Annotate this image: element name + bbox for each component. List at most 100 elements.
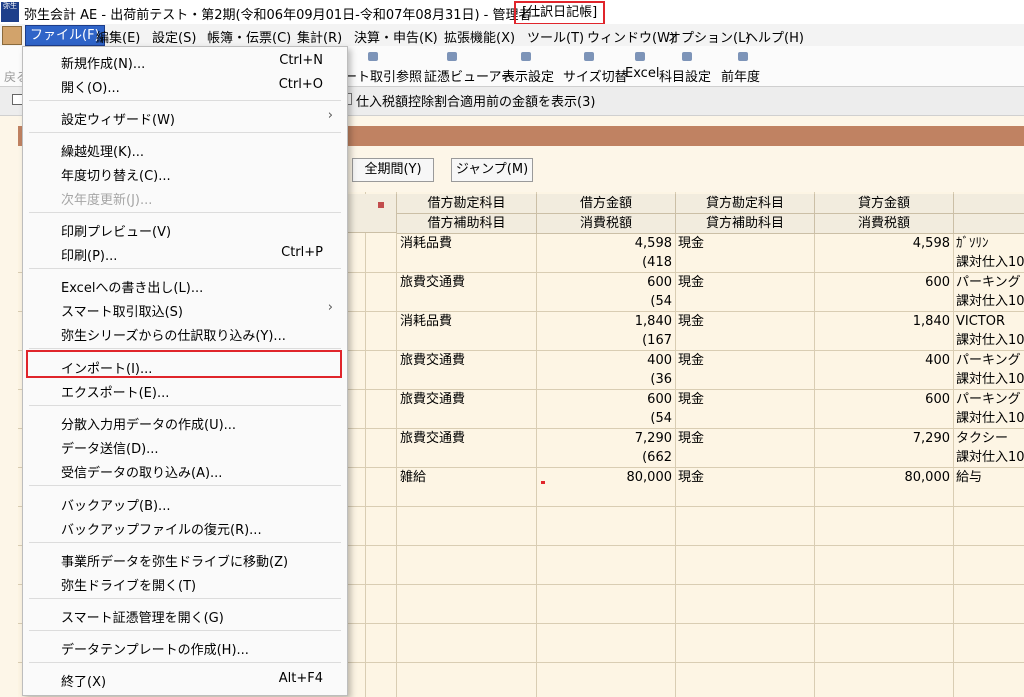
smart-transaction-reference-button[interactable]: ート取引参照 bbox=[344, 66, 422, 85]
table-cell-tax-memo[interactable]: 課対仕入10 bbox=[956, 331, 1024, 350]
menu-item-distributed-data[interactable]: 分散入力用データの作成(U)... bbox=[23, 410, 347, 434]
menu-item-backup[interactable]: バックアップ(B)... bbox=[23, 491, 347, 515]
table-cell-credit-account[interactable]: 現金 bbox=[678, 273, 812, 292]
table-cell-tax-memo[interactable]: 課対仕入10 bbox=[956, 409, 1024, 428]
menu-help[interactable]: ヘルプ(H) bbox=[745, 27, 804, 46]
table-cell-tax[interactable]: (167 bbox=[537, 331, 672, 350]
table-cell-debit-amount[interactable]: 4,598 bbox=[537, 234, 672, 253]
table-cell-credit-amount[interactable]: 400 bbox=[815, 351, 950, 370]
table-cell-credit-amount[interactable]: 7,290 bbox=[815, 429, 950, 448]
table-cell-debit-amount[interactable]: 1,840 bbox=[537, 312, 672, 331]
table-cell-debit-amount[interactable]: 400 bbox=[537, 351, 672, 370]
table-cell-memo[interactable]: パーキング bbox=[956, 390, 1024, 409]
all-period-button[interactable]: 全期間(Y) bbox=[352, 158, 434, 182]
menu-item-exit[interactable]: 終了(X) Alt+F4 bbox=[23, 667, 347, 691]
table-cell-credit-account[interactable]: 現金 bbox=[678, 390, 812, 409]
menu-item-setup-wizard[interactable]: 設定ウィザード(W) › bbox=[23, 105, 347, 129]
table-cell-memo[interactable]: パーキング bbox=[956, 273, 1024, 292]
menu-item-smart-voucher[interactable]: スマート証憑管理を開く(G) bbox=[23, 603, 347, 627]
table-cell-tax[interactable]: (36 bbox=[537, 370, 672, 389]
menu-books[interactable]: 帳簿・伝票(C) bbox=[207, 27, 291, 46]
table-cell-credit-amount[interactable]: 80,000 bbox=[815, 468, 951, 487]
table-cell-tax[interactable]: (418 bbox=[537, 253, 672, 272]
table-cell-debit-amount[interactable]: 80,000 bbox=[537, 468, 673, 487]
table-cell-credit-account[interactable]: 現金 bbox=[678, 429, 812, 448]
menu-item-restore-backup[interactable]: バックアップファイルの復元(R)... bbox=[23, 515, 347, 539]
menu-item-label: 設定ウィザード(W) bbox=[61, 113, 175, 128]
account-settings-button[interactable]: 科目設定 bbox=[659, 66, 711, 85]
menu-item-print[interactable]: 印刷(P)... Ctrl+P bbox=[23, 241, 347, 265]
menu-closing[interactable]: 決算・申告(K) bbox=[354, 27, 438, 46]
table-cell-tax-memo[interactable]: 課対仕入10 bbox=[956, 370, 1024, 389]
menu-summary[interactable]: 集計(R) bbox=[297, 27, 342, 46]
menu-extensions[interactable]: 拡張機能(X) bbox=[444, 27, 515, 46]
table-cell-debit-account[interactable]: 旅費交通費 bbox=[400, 273, 534, 292]
table-cell-debit-account[interactable]: 旅費交通費 bbox=[400, 351, 534, 370]
table-cell-credit-account[interactable]: 現金 bbox=[678, 234, 812, 253]
table-cell-debit-account[interactable]: 旅費交通費 bbox=[400, 429, 534, 448]
menu-item-open-drive[interactable]: 弥生ドライブを開く(T) bbox=[23, 571, 347, 595]
table-cell-debit-account[interactable]: 消耗品費 bbox=[400, 312, 534, 331]
menu-item-open[interactable]: 開く(O)... Ctrl+O bbox=[23, 73, 347, 97]
table-cell-debit-account[interactable]: 旅費交通費 bbox=[400, 390, 534, 409]
menu-item-smart-import[interactable]: スマート取引取込(S) › bbox=[23, 297, 347, 321]
table-cell-tax-memo[interactable]: 課対仕入10 bbox=[956, 253, 1024, 272]
table-cell-debit-amount[interactable]: 600 bbox=[537, 273, 672, 292]
table-cell-credit-amount[interactable]: 1,840 bbox=[815, 312, 950, 331]
menu-item-export-excel[interactable]: Excelへの書き出し(L)... bbox=[23, 273, 347, 297]
menu-item-export[interactable]: エクスポート(E)... bbox=[23, 378, 347, 402]
menu-file[interactable]: ファイル(F) bbox=[25, 25, 105, 46]
document-icon[interactable] bbox=[2, 26, 22, 45]
menu-tools[interactable]: ツール(T) bbox=[527, 27, 584, 46]
table-cell-memo[interactable]: VICTOR bbox=[956, 312, 1024, 331]
menu-edit[interactable]: 編集(E) bbox=[96, 27, 140, 46]
previous-year-button[interactable]: 前年度 bbox=[721, 66, 760, 85]
menu-item-label: 新規作成(N)... bbox=[61, 57, 146, 72]
header-credit-account: 貸方勘定科目 bbox=[676, 194, 815, 214]
table-cell-debit-account[interactable]: 消耗品費 bbox=[400, 234, 534, 253]
table-cell-memo[interactable]: ｶﾞｿﾘﾝ bbox=[956, 234, 1024, 253]
jump-button[interactable]: ジャンプ(M) bbox=[451, 158, 533, 182]
table-cell-debit-amount[interactable]: 7,290 bbox=[537, 429, 672, 448]
table-cell-credit-amount[interactable]: 600 bbox=[815, 390, 950, 409]
table-cell-debit-account[interactable]: 雑給 bbox=[400, 468, 534, 487]
menu-settings[interactable]: 設定(S) bbox=[152, 27, 196, 46]
menu-item-receive-data[interactable]: 受信データの取り込み(A)... bbox=[23, 458, 347, 482]
menu-window[interactable]: ウィンドウ(W) bbox=[587, 27, 675, 46]
menu-item-switch-year[interactable]: 年度切り替え(C)... bbox=[23, 161, 347, 185]
menu-item-label: バックアップファイルの復元(R)... bbox=[61, 523, 262, 538]
menu-item-label: データテンプレートの作成(H)... bbox=[61, 643, 249, 658]
table-cell-tax[interactable]: (662 bbox=[537, 448, 672, 467]
size-toggle-button[interactable]: サイズ切替 bbox=[563, 66, 628, 85]
table-cell-memo[interactable]: パーキング bbox=[956, 351, 1024, 370]
table-cell-tax[interactable]: (54 bbox=[537, 409, 672, 428]
table-cell-tax-memo[interactable]: 課対仕入10 bbox=[956, 448, 1024, 467]
menu-item-send-data[interactable]: データ送信(D)... bbox=[23, 434, 347, 458]
table-cell-tax-memo[interactable]: 課対仕入10 bbox=[956, 292, 1024, 311]
menu-separator bbox=[29, 268, 341, 269]
display-settings-button[interactable]: 表示設定 bbox=[502, 66, 554, 85]
table-cell-credit-amount[interactable]: 600 bbox=[815, 273, 950, 292]
menu-item-shortcut: Ctrl+P bbox=[281, 245, 323, 260]
menu-item-new[interactable]: 新規作成(N)... Ctrl+N bbox=[23, 49, 347, 73]
table-cell-credit-amount[interactable]: 4,598 bbox=[815, 234, 950, 253]
menu-item-yayoi-import[interactable]: 弥生シリーズからの仕訳取り込み(Y)... bbox=[23, 321, 347, 345]
menu-options[interactable]: オプション(L) bbox=[668, 27, 750, 46]
table-cell-memo[interactable]: 給与 bbox=[956, 468, 1024, 487]
menu-item-carry-forward[interactable]: 繰越処理(K)... bbox=[23, 137, 347, 161]
table-cell-debit-amount[interactable]: 600 bbox=[537, 390, 672, 409]
excel-button[interactable]: Excel bbox=[625, 66, 659, 81]
smart-import-icon bbox=[368, 52, 378, 61]
table-cell-credit-account[interactable]: 現金 bbox=[678, 351, 812, 370]
menu-item-label: 受信データの取り込み(A)... bbox=[61, 466, 223, 481]
menu-item-data-template[interactable]: データテンプレートの作成(H)... bbox=[23, 635, 347, 659]
menu-item-label: 次年度更新(J)... bbox=[61, 193, 153, 208]
menu-item-print-preview[interactable]: 印刷プレビュー(V) bbox=[23, 217, 347, 241]
header-credit-sub: 貸方補助科目 bbox=[676, 214, 815, 234]
voucher-viewer-button[interactable]: 証憑ビューアー bbox=[424, 66, 514, 85]
table-cell-credit-account[interactable]: 現金 bbox=[678, 468, 812, 487]
table-cell-tax[interactable]: (54 bbox=[537, 292, 672, 311]
menu-item-move-to-drive[interactable]: 事業所データを弥生ドライブに移動(Z) bbox=[23, 547, 347, 571]
table-cell-memo[interactable]: タクシー bbox=[956, 429, 1024, 448]
table-cell-credit-account[interactable]: 現金 bbox=[678, 312, 812, 331]
